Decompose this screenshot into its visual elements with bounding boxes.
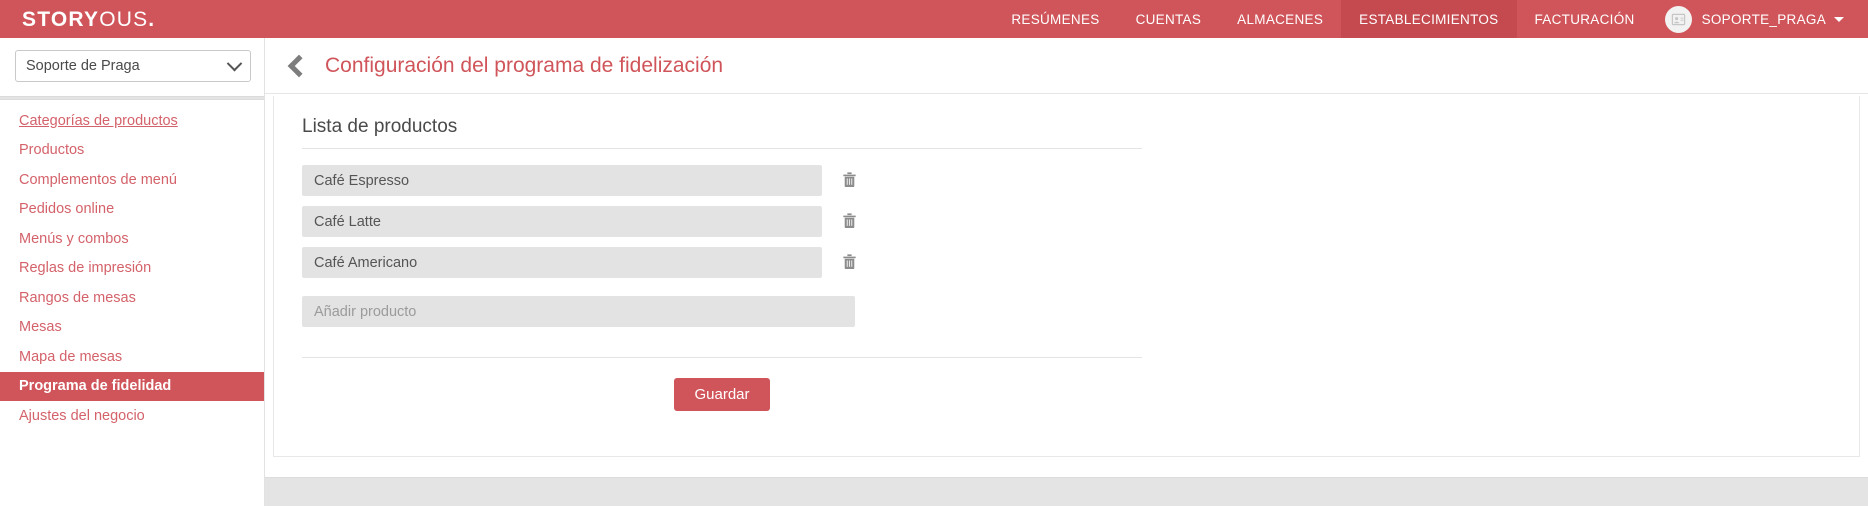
sidebar-item-label: Pedidos online bbox=[19, 201, 115, 218]
sidebar-item-label: Categorías de productos bbox=[19, 112, 178, 129]
page-footer-strip bbox=[265, 477, 1868, 506]
user-name-label: SOPORTE_PRAGA bbox=[1701, 11, 1826, 27]
page-title: Configuración del programa de fidelizaci… bbox=[325, 53, 724, 77]
sidebar-item-pedidos-online[interactable]: Pedidos online bbox=[0, 195, 264, 225]
trash-icon bbox=[842, 212, 857, 232]
nav-item-facturacion[interactable]: FACTURACIÓN bbox=[1517, 0, 1653, 38]
top-navigation-bar: STORYOUS. RESÚMENES CUENTAS ALMACENES ES… bbox=[0, 0, 1868, 38]
business-select-value: Soporte de Praga bbox=[26, 58, 140, 74]
logo-text-light: OUS bbox=[99, 7, 149, 31]
product-row bbox=[302, 206, 1831, 237]
sidebar: Soporte de Praga Categorías de productos… bbox=[0, 38, 265, 506]
loyalty-settings-panel: Lista de productos Café Espresso Café La… bbox=[273, 96, 1860, 457]
sidebar-item-label: Complementos de menú bbox=[19, 171, 177, 188]
business-selector-wrap: Soporte de Praga bbox=[0, 38, 264, 96]
delete-product-button[interactable] bbox=[838, 211, 860, 233]
sidebar-item-rangos-de-mesas[interactable]: Rangos de mesas bbox=[0, 283, 264, 313]
sidebar-item-categorias-de-productos[interactable]: Categorías de productos bbox=[0, 106, 264, 136]
trash-icon bbox=[842, 171, 857, 191]
delete-product-button[interactable] bbox=[838, 252, 860, 274]
trash-icon bbox=[842, 253, 857, 273]
main-nav: RESÚMENES CUENTAS ALMACENES ESTABLECIMIE… bbox=[993, 0, 1868, 38]
sidebar-item-label: Rangos de mesas bbox=[19, 289, 136, 306]
sidebar-item-label: Ajustes del negocio bbox=[19, 407, 145, 424]
sidebar-menu: Categorías de productos Productos Comple… bbox=[0, 100, 264, 431]
nav-label: ESTABLECIMIENTOS bbox=[1359, 11, 1499, 27]
sidebar-item-complementos-de-menu[interactable]: Complementos de menú bbox=[0, 165, 264, 195]
product-name-input[interactable] bbox=[302, 206, 822, 237]
nav-label: CUENTAS bbox=[1135, 11, 1202, 27]
nav-item-resumenes[interactable]: RESÚMENES bbox=[993, 0, 1117, 38]
business-select[interactable]: Soporte de Praga bbox=[15, 50, 251, 82]
sidebar-item-label: Menús y combos bbox=[19, 230, 129, 247]
main-content-area: Configuración del programa de fidelizaci… bbox=[265, 38, 1868, 506]
product-name-input[interactable] bbox=[302, 165, 822, 196]
page-header: Configuración del programa de fidelizaci… bbox=[265, 38, 1868, 94]
product-name-input[interactable] bbox=[302, 247, 822, 278]
form-actions: Guardar bbox=[302, 358, 1142, 411]
logo-dot: . bbox=[148, 7, 156, 31]
sidebar-item-label: Programa de fidelidad bbox=[19, 378, 172, 395]
product-list bbox=[302, 149, 1831, 327]
logo-text-bold: STORY bbox=[22, 7, 100, 31]
nav-label: RESÚMENES bbox=[1011, 11, 1100, 27]
sidebar-item-mesas[interactable]: Mesas bbox=[0, 313, 264, 343]
sidebar-item-label: Reglas de impresión bbox=[19, 260, 152, 277]
user-menu[interactable]: SOPORTE_PRAGA bbox=[1653, 0, 1868, 38]
sidebar-item-label: Mesas bbox=[19, 319, 62, 336]
product-row bbox=[302, 165, 1831, 196]
sidebar-item-reglas-de-impresion[interactable]: Reglas de impresión bbox=[0, 254, 264, 284]
user-id-card-icon bbox=[1664, 5, 1692, 33]
add-product-row bbox=[302, 296, 1831, 327]
sidebar-item-programa-de-fidelidad[interactable]: Programa de fidelidad bbox=[0, 371, 264, 401]
sidebar-item-menus-y-combos[interactable]: Menús y combos bbox=[0, 224, 264, 254]
sidebar-item-productos[interactable]: Productos bbox=[0, 136, 264, 166]
chevron-down-icon bbox=[226, 55, 243, 71]
nav-item-cuentas[interactable]: CUENTAS bbox=[1118, 0, 1220, 38]
caret-down-icon bbox=[1834, 16, 1844, 22]
nav-label: FACTURACIÓN bbox=[1534, 11, 1635, 27]
sidebar-item-label: Mapa de mesas bbox=[19, 348, 123, 365]
sidebar-item-ajustes-del-negocio[interactable]: Ajustes del negocio bbox=[0, 401, 264, 431]
storyous-logo[interactable]: STORYOUS. bbox=[22, 9, 155, 30]
nav-label: ALMACENES bbox=[1237, 11, 1324, 27]
nav-item-almacenes[interactable]: ALMACENES bbox=[1219, 0, 1341, 38]
save-button[interactable]: Guardar bbox=[674, 378, 770, 411]
sidebar-item-mapa-de-mesas[interactable]: Mapa de mesas bbox=[0, 342, 264, 372]
product-row bbox=[302, 247, 1831, 278]
section-title: Lista de productos bbox=[302, 116, 1142, 149]
chevron-left-icon[interactable] bbox=[287, 54, 311, 77]
nav-item-establecimientos[interactable]: ESTABLECIMIENTOS bbox=[1341, 0, 1517, 38]
add-product-input[interactable] bbox=[302, 296, 855, 327]
sidebar-item-label: Productos bbox=[19, 142, 85, 159]
delete-product-button[interactable] bbox=[838, 170, 860, 192]
